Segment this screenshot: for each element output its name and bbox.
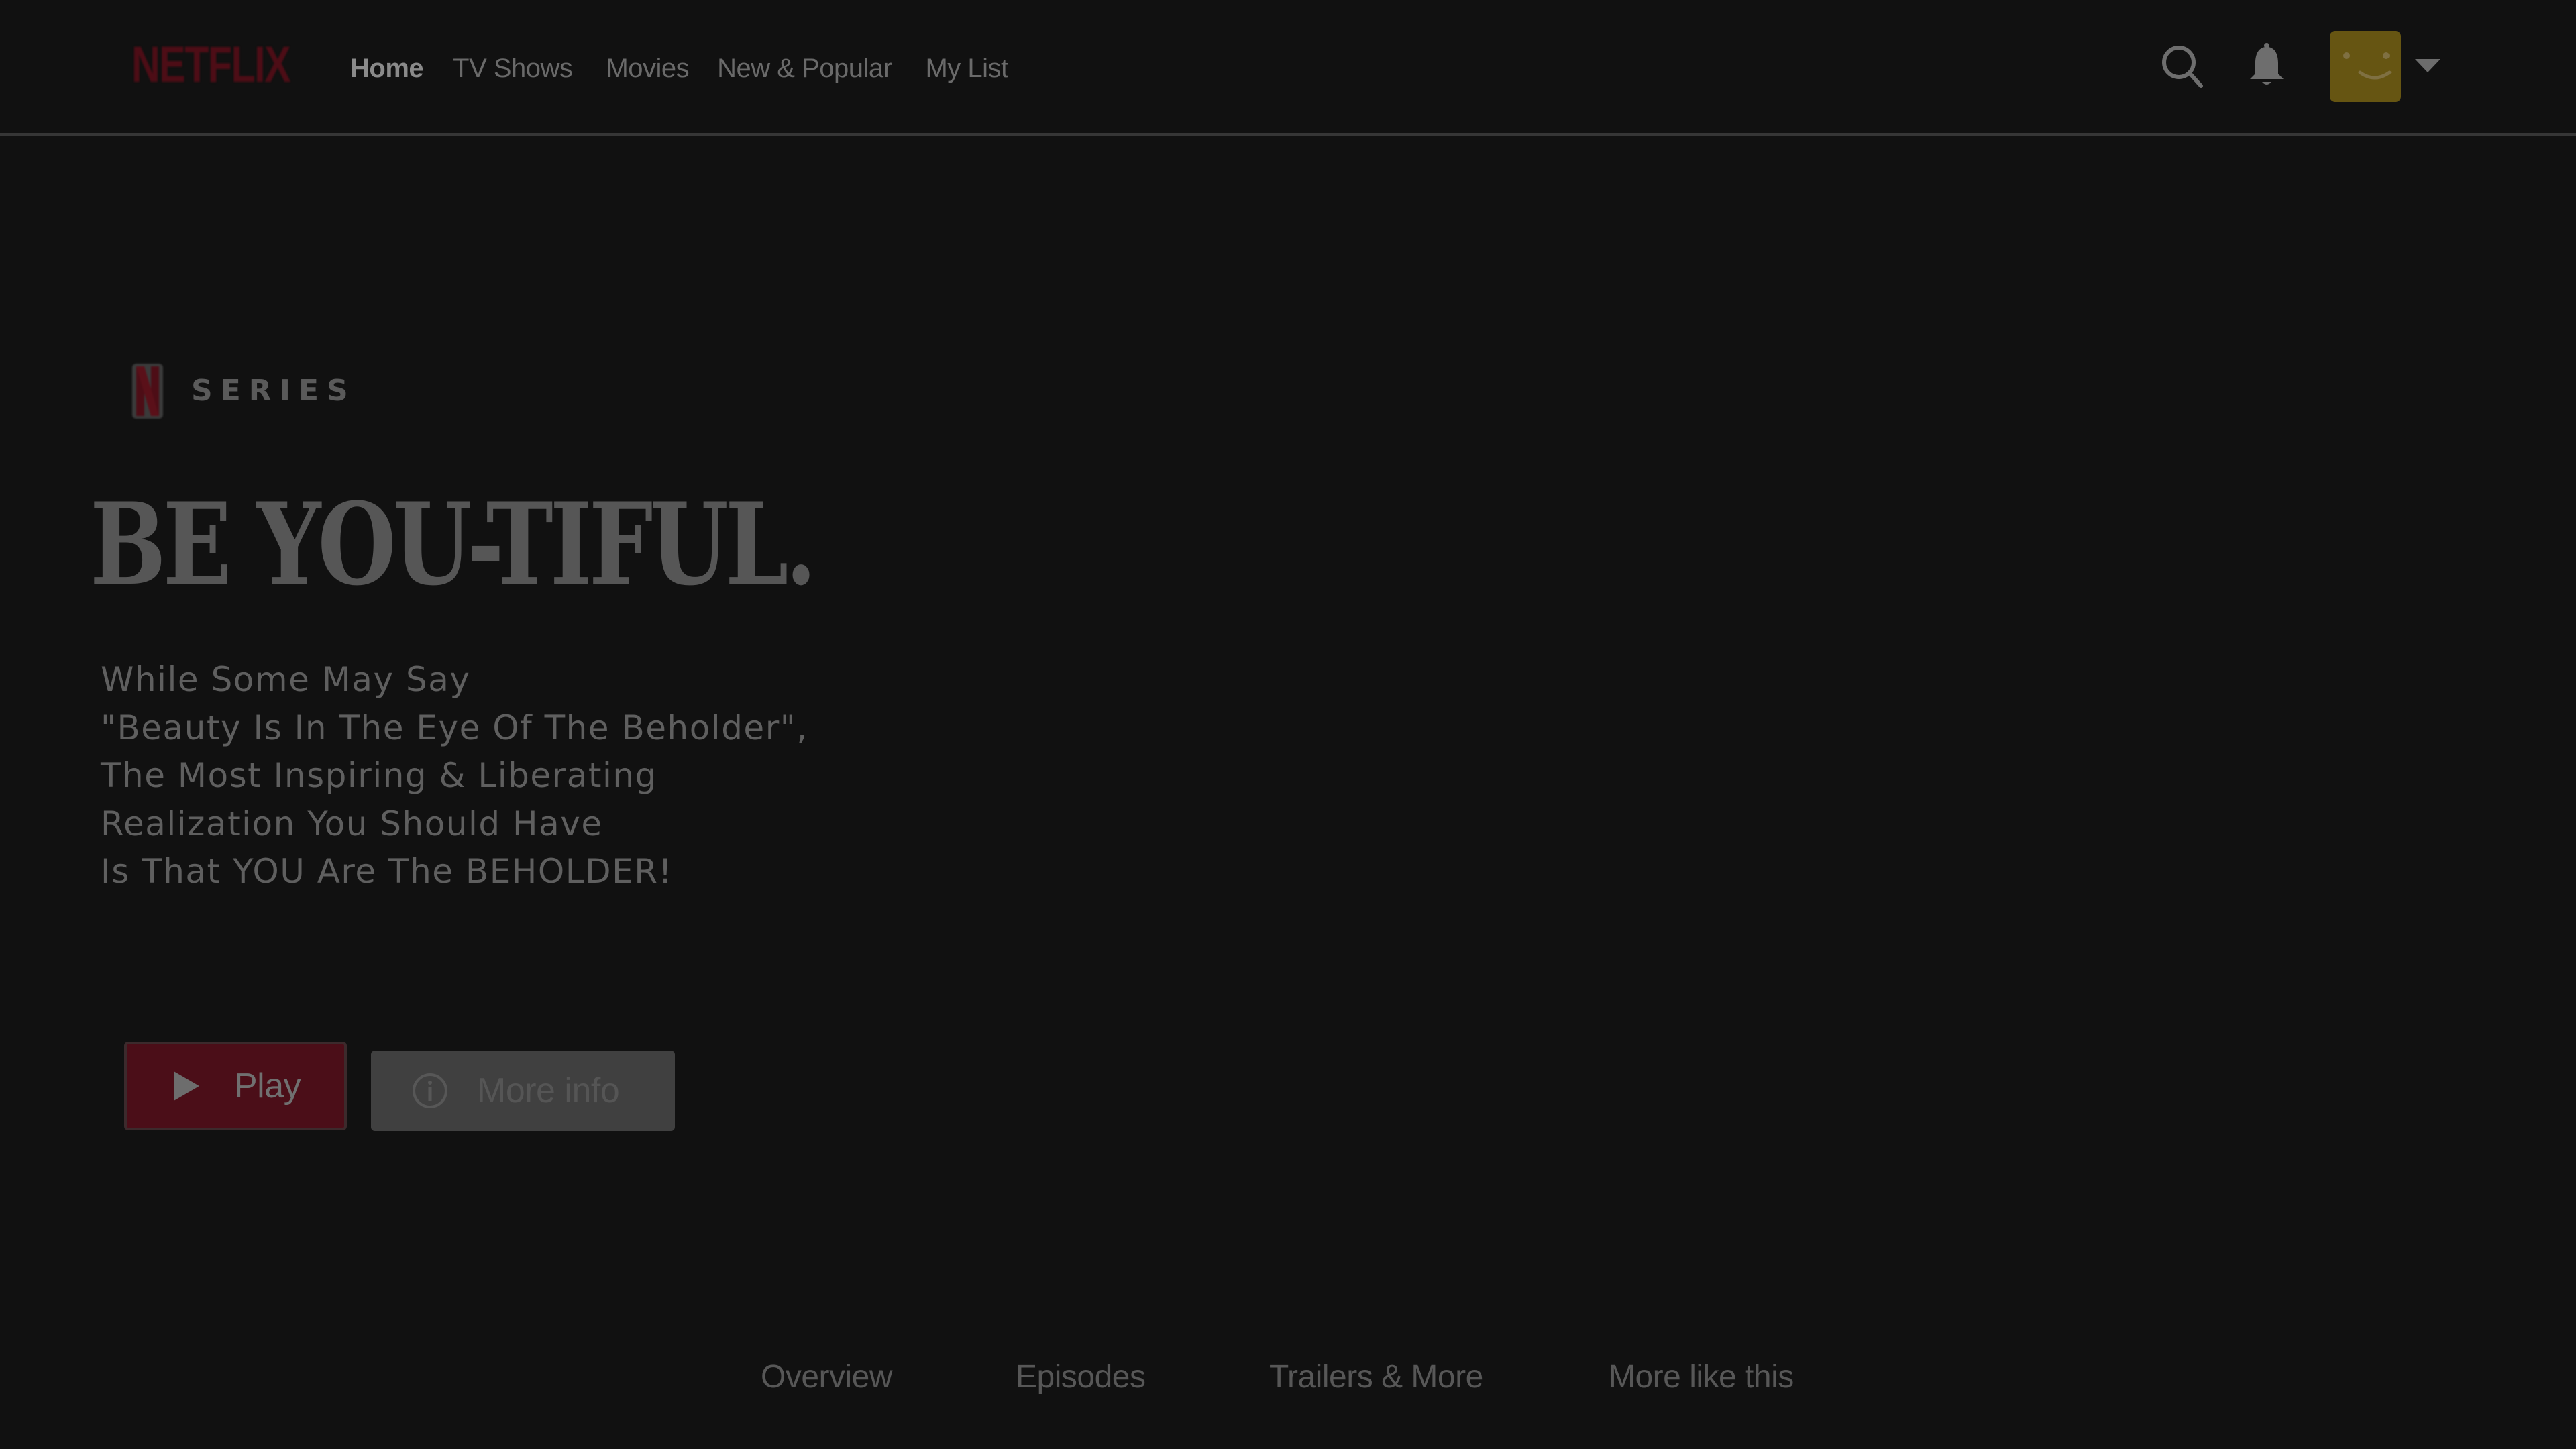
play-button[interactable]: Play xyxy=(124,1042,347,1130)
search-button[interactable] xyxy=(2157,40,2210,94)
play-button-label: Play xyxy=(234,1067,301,1106)
description-line: The Most Inspiring & Liberating xyxy=(101,756,657,795)
detail-tabs: Overview Episodes Trailers & More More l… xyxy=(0,1354,2576,1401)
profile-avatar[interactable] xyxy=(2330,31,2401,102)
profile-menu-caret-icon[interactable] xyxy=(2415,59,2440,72)
description-line: "Beauty Is In The Eye Of The Beholder", xyxy=(101,708,808,747)
nav-item-new-popular[interactable]: New & Popular xyxy=(717,50,892,87)
nav-item-tv-shows[interactable]: TV Shows xyxy=(453,50,573,87)
nav-item-my-list[interactable]: My List xyxy=(925,50,1008,87)
netflix-detail-page: NETFLIX Home TV Shows Movies New & Popul… xyxy=(0,0,2576,1449)
show-description: While Some May Say "Beauty Is In The Eye… xyxy=(101,656,973,896)
nav-item-home[interactable]: Home xyxy=(350,50,424,87)
description-line: Is That YOU Are The BEHOLDER! xyxy=(101,852,673,891)
search-icon xyxy=(2162,46,2203,88)
netflix-n-icon xyxy=(131,362,164,420)
more-info-button[interactable]: More info xyxy=(371,1051,675,1131)
series-badge: SERIES xyxy=(131,362,356,420)
play-icon xyxy=(174,1071,199,1101)
show-title: BE YOU-TIFUL. xyxy=(90,478,816,610)
tab-episodes[interactable]: Episodes xyxy=(1016,1354,1146,1401)
more-info-button-label: More info xyxy=(477,1071,620,1110)
header-actions xyxy=(2147,27,2482,107)
description-line: Realization You Should Have xyxy=(101,804,603,843)
bell-icon xyxy=(2250,43,2284,85)
tab-more-like-this[interactable]: More like this xyxy=(1609,1354,1794,1401)
netflix-logo[interactable]: NETFLIX xyxy=(131,39,291,91)
smiley-avatar-icon xyxy=(2343,52,2392,80)
description-line: While Some May Say xyxy=(101,660,471,699)
tab-trailers-more[interactable]: Trailers & More xyxy=(1269,1354,1483,1401)
main-nav: Home TV Shows Movies New & Popular My Li… xyxy=(350,50,1042,87)
tab-overview[interactable]: Overview xyxy=(761,1354,893,1401)
top-navigation-bar: NETFLIX Home TV Shows Movies New & Popul… xyxy=(0,0,2576,136)
header-divider xyxy=(0,133,2576,136)
nav-item-movies[interactable]: Movies xyxy=(606,50,689,87)
notifications-button[interactable] xyxy=(2242,39,2296,93)
info-icon xyxy=(413,1073,447,1108)
series-label: SERIES xyxy=(191,374,356,408)
